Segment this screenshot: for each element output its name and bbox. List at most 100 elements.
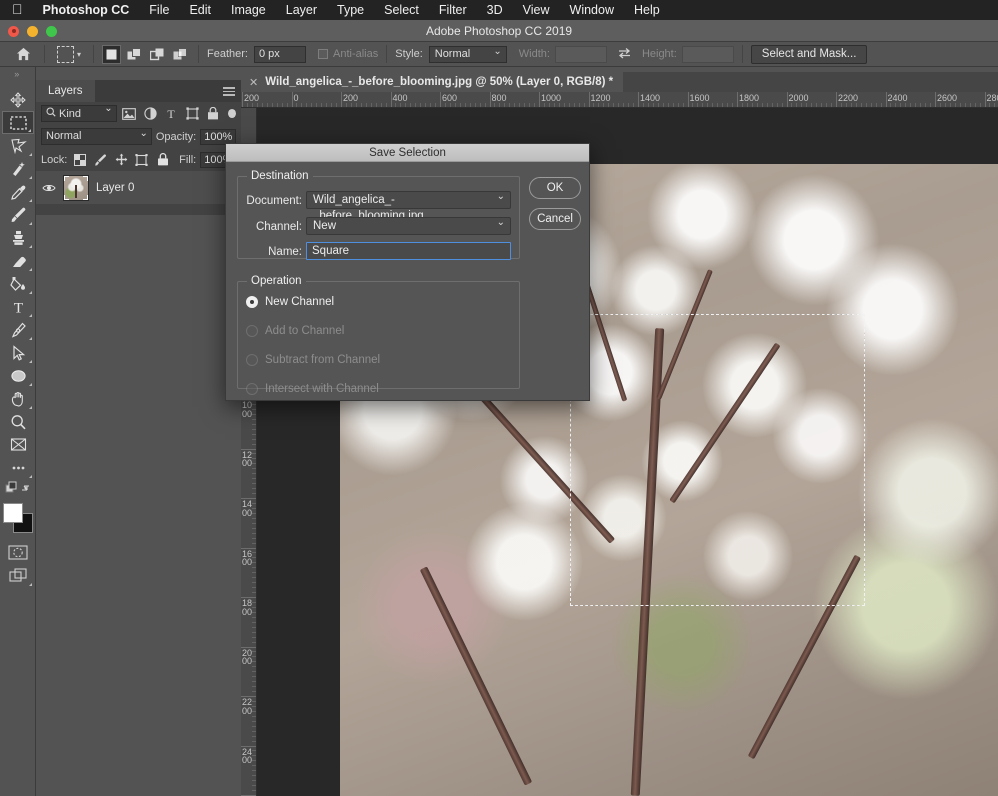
menu-item-view[interactable]: View — [513, 0, 560, 20]
feather-input[interactable]: 0 px — [253, 45, 306, 63]
list-item[interactable]: Layer 0 — [36, 171, 241, 204]
tool-preset-picker[interactable]: ▾ — [53, 45, 85, 63]
ellipse-shape-tool[interactable] — [2, 364, 34, 387]
filter-enable-toggle[interactable] — [227, 109, 236, 118]
lock-position-icon[interactable] — [113, 151, 130, 168]
tab-layers[interactable]: Layers — [36, 80, 95, 102]
ruler-minor-tick — [252, 750, 256, 752]
pen-tool[interactable] — [2, 318, 34, 341]
adjustment-layers-filter-icon[interactable] — [142, 105, 159, 122]
ruler-minor-tick — [252, 502, 256, 504]
layer-filter-kind-select[interactable]: Kind — [41, 103, 117, 122]
ruler-minor-tick — [420, 103, 422, 107]
swap-dimensions-icon[interactable] — [617, 47, 632, 62]
add-to-selection-button[interactable] — [125, 45, 144, 64]
paint-bucket-tool[interactable] — [2, 272, 34, 295]
quick-selection-tool[interactable] — [2, 157, 34, 180]
anti-alias-checkbox[interactable] — [317, 49, 328, 59]
brush-tool[interactable] — [2, 203, 34, 226]
name-input[interactable]: Square — [306, 242, 511, 260]
ruler-minor-tick — [252, 611, 256, 613]
foreground-background-color[interactable] — [3, 503, 33, 533]
pixel-layers-filter-icon[interactable] — [121, 105, 138, 122]
ruler-minor-tick — [252, 601, 256, 603]
channel-select[interactable]: New — [306, 215, 511, 235]
radio-button[interactable] — [246, 296, 258, 308]
ruler-minor-tick — [252, 418, 256, 420]
default-colors-and-swap[interactable] — [2, 479, 34, 497]
lock-artboard-nesting-icon[interactable] — [134, 151, 151, 168]
menu-item-file[interactable]: File — [139, 0, 179, 20]
select-and-mask-button[interactable]: Select and Mask... — [750, 44, 868, 64]
cancel-button[interactable]: Cancel — [529, 208, 581, 230]
menu-item-filter[interactable]: Filter — [429, 0, 477, 20]
menu-item-help[interactable]: Help — [624, 0, 670, 20]
eye-icon[interactable] — [42, 183, 56, 193]
menu-item-image[interactable]: Image — [221, 0, 276, 20]
panel-menu-icon[interactable] — [223, 87, 235, 98]
fill-label: Fill: — [179, 153, 197, 166]
ruler-minor-tick — [761, 103, 763, 107]
hand-tool[interactable] — [2, 387, 34, 410]
zoom-tool[interactable] — [2, 410, 34, 433]
ruler-minor-tick — [252, 775, 256, 777]
ruler-minor-tick — [252, 691, 256, 693]
close-tab-icon[interactable]: ✕ — [249, 76, 258, 89]
close-window-button[interactable] — [8, 25, 19, 37]
crop-tool[interactable] — [2, 433, 34, 456]
ruler-minor-tick — [316, 103, 318, 107]
menu-item-photoshop-cc[interactable]: Photoshop CC — [33, 0, 140, 20]
path-selection-tool[interactable] — [2, 341, 34, 364]
smart-object-filter-icon[interactable] — [205, 105, 222, 122]
ruler-minor-tick — [519, 103, 521, 107]
menu-item-window[interactable]: Window — [560, 0, 624, 20]
eyedropper-tool[interactable] — [2, 180, 34, 203]
ruler-minor-tick — [370, 103, 372, 107]
home-icon[interactable] — [10, 47, 36, 61]
blend-mode-select[interactable]: Normal — [41, 126, 152, 145]
intersect-with-selection-button[interactable] — [171, 45, 190, 64]
new-selection-button[interactable] — [102, 44, 122, 64]
ok-button[interactable]: OK — [529, 177, 581, 199]
ruler-minor-tick — [252, 790, 256, 792]
ruler-minor-tick — [252, 700, 256, 702]
foreground-color-swatch[interactable] — [3, 503, 23, 523]
lock-all-icon[interactable] — [154, 151, 171, 168]
menu-item-select[interactable]: Select — [374, 0, 429, 20]
photoshop-window:  Photoshop CC File Edit Image Layer Typ… — [0, 0, 998, 796]
height-input[interactable] — [681, 45, 734, 63]
apple-icon[interactable]:  — [8, 0, 33, 21]
style-select[interactable]: Normal — [428, 44, 507, 63]
menu-item-type[interactable]: Type — [327, 0, 374, 20]
document-select[interactable]: Wild_angelica_-_before_blooming.jpg — [306, 189, 511, 222]
minimize-window-button[interactable] — [27, 25, 38, 37]
ruler-minor-tick — [252, 686, 256, 688]
window-controls — [8, 20, 57, 42]
shape-layers-filter-icon[interactable] — [184, 105, 201, 122]
document-tab[interactable]: ✕ Wild_angelica_-_before_blooming.jpg @ … — [241, 72, 624, 92]
subtract-from-selection-button[interactable] — [148, 45, 167, 64]
eraser-tool[interactable] — [2, 249, 34, 272]
menu-item-edit[interactable]: Edit — [179, 0, 221, 20]
radio-button — [246, 383, 258, 395]
menu-item-3d[interactable]: 3D — [477, 0, 513, 20]
move-tool[interactable] — [2, 88, 34, 111]
collapse-panel-icon[interactable]: » — [0, 67, 36, 81]
type-tool[interactable]: T — [2, 295, 34, 318]
rectangular-marquee-tool[interactable] — [2, 111, 34, 134]
edit-toolbar-icon[interactable] — [2, 456, 34, 479]
lasso-tool[interactable] — [2, 134, 34, 157]
lock-image-pixels-icon[interactable] — [92, 151, 109, 168]
quick-mask-icon[interactable] — [2, 541, 34, 564]
clone-stamp-tool[interactable] — [2, 226, 34, 249]
zoom-window-button[interactable] — [46, 25, 57, 37]
ruler-minor-tick — [252, 676, 256, 678]
ruler-minor-tick — [252, 483, 256, 485]
radio-new-channel[interactable]: New Channel — [246, 296, 511, 308]
screen-mode-icon[interactable] — [2, 564, 34, 587]
menu-item-layer[interactable]: Layer — [276, 0, 327, 20]
horizontal-ruler[interactable]: 200 0 200 400 600 800 1000 1200 1400 1600 1800 2000… — [241, 92, 998, 108]
layer-thumbnail[interactable] — [63, 174, 89, 201]
width-input[interactable] — [554, 45, 607, 63]
lock-transparent-pixels-icon[interactable] — [71, 151, 88, 168]
